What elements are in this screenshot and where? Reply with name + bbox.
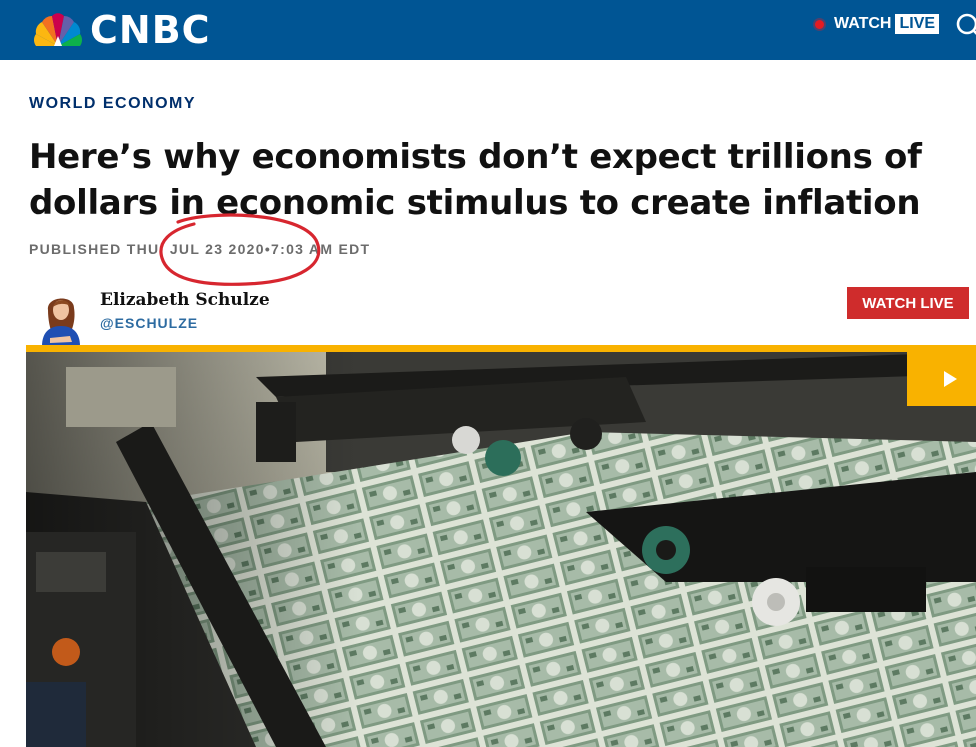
play-icon bbox=[944, 371, 957, 387]
live-dot-icon bbox=[815, 19, 824, 29]
video-play-button[interactable] bbox=[907, 352, 976, 406]
nbc-peacock-icon bbox=[34, 13, 82, 46]
live-label: LIVE bbox=[895, 14, 940, 34]
watch-label: WATCH bbox=[834, 15, 892, 32]
author-avatar[interactable] bbox=[40, 290, 82, 346]
money-printing-press-image bbox=[26, 352, 976, 747]
watch-live-header-link[interactable]: WATCH LIVE bbox=[815, 14, 940, 34]
watch-live-button[interactable]: WATCH LIVE bbox=[847, 287, 969, 319]
top-navigation-bar: CNBC WATCH LIVE bbox=[0, 0, 976, 60]
red-annotation-circle bbox=[159, 213, 321, 286]
hero-video-thumbnail[interactable] bbox=[26, 352, 976, 747]
media-top-border bbox=[26, 345, 976, 352]
search-icon bbox=[956, 13, 976, 35]
cnbc-logo[interactable]: CNBC bbox=[30, 8, 211, 52]
cnbc-wordmark: CNBC bbox=[90, 8, 211, 52]
author-name[interactable]: Elizabeth Schulze bbox=[100, 290, 270, 310]
headline-line-1: Here’s why economists don’t expect trill… bbox=[29, 137, 922, 177]
section-label[interactable]: WORLD ECONOMY bbox=[29, 95, 196, 113]
search-button[interactable] bbox=[954, 12, 976, 42]
author-twitter-handle[interactable]: @ESCHULZE bbox=[100, 315, 198, 331]
